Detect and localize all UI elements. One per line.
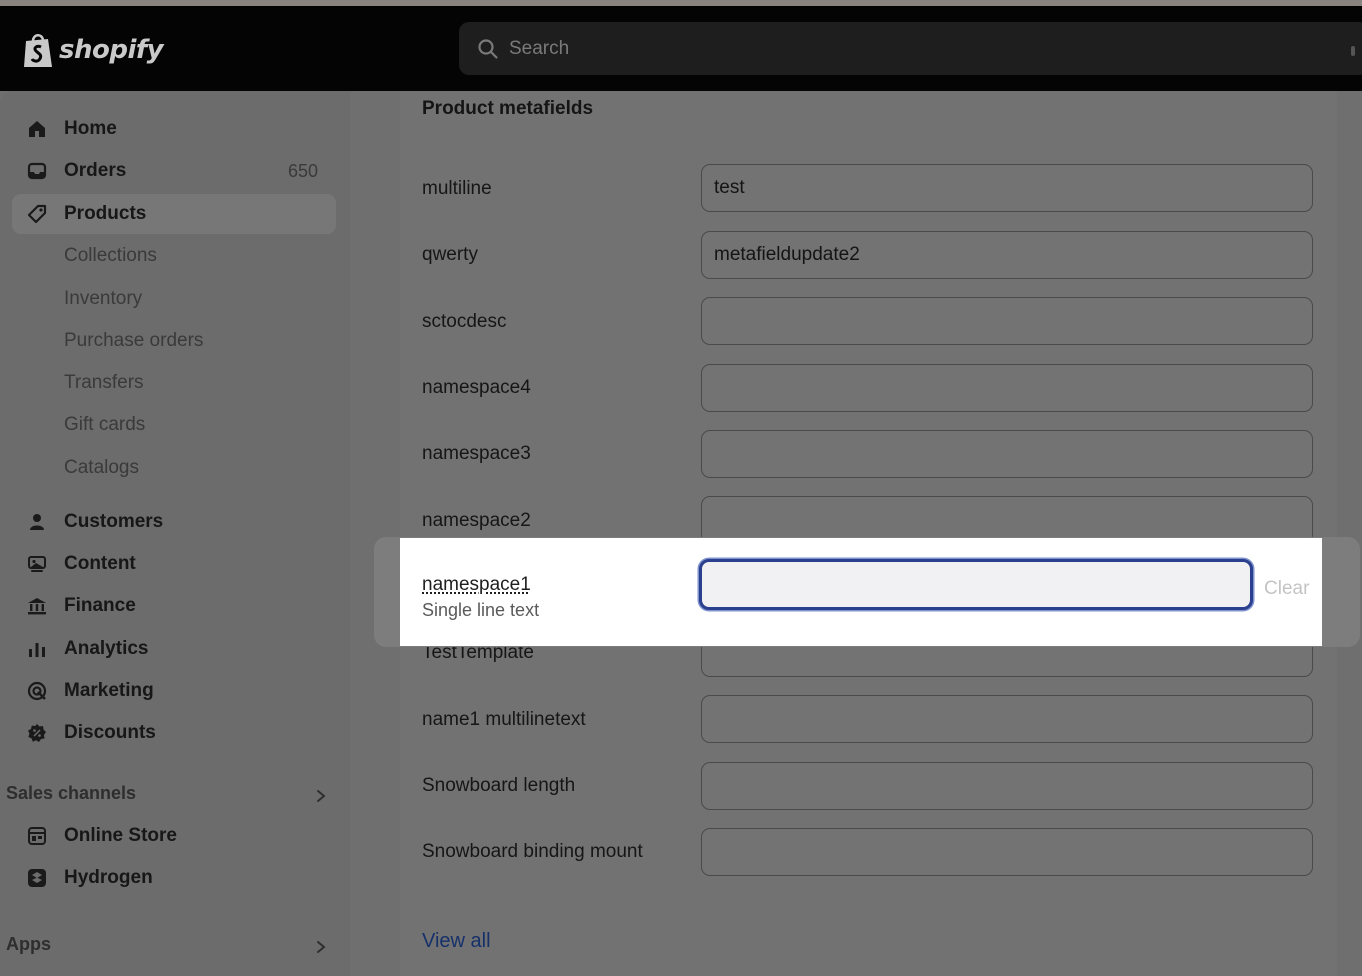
focused-metafield-row: namespace1 Single line text Clear bbox=[400, 538, 1322, 646]
apps-heading: Apps bbox=[6, 934, 51, 954]
sidebar: Home Orders 650 Products Collections Inv… bbox=[0, 91, 350, 976]
sidebar-item-gift-cards[interactable]: Gift cards bbox=[12, 405, 336, 445]
metafield-input-sctocdesc[interactable] bbox=[701, 297, 1313, 345]
card-title: Product metafields bbox=[422, 98, 594, 119]
bank-icon bbox=[26, 595, 48, 617]
tag-icon bbox=[26, 203, 48, 225]
shopify-logo[interactable]: shopify bbox=[22, 30, 164, 70]
sales-channels-heading: Sales channels bbox=[6, 783, 137, 803]
focused-metafield-label[interactable]: namespace1 bbox=[422, 574, 531, 596]
target-icon bbox=[26, 680, 48, 702]
metafield-input-multiline[interactable] bbox=[701, 164, 1313, 212]
sidebar-item-label: Home bbox=[64, 118, 117, 139]
hydrogen-icon bbox=[26, 867, 48, 889]
focused-metafield-type: Single line text bbox=[422, 600, 540, 620]
content-icon bbox=[26, 553, 48, 575]
sidebar-item-finance[interactable]: Finance bbox=[12, 586, 336, 626]
sidebar-subitem-label: Collections bbox=[64, 245, 157, 266]
metafield-input-qwerty[interactable] bbox=[701, 231, 1313, 279]
sidebar-item-transfers[interactable]: Transfers bbox=[12, 363, 336, 403]
sidebar-item-orders[interactable]: Orders 650 bbox=[12, 151, 336, 191]
sidebar-item-discounts[interactable]: Discounts bbox=[12, 713, 336, 753]
metafield-input-namespace3[interactable] bbox=[701, 430, 1313, 478]
metafield-label: sctocdesc bbox=[422, 311, 507, 332]
top-bar: shopify bbox=[0, 6, 1362, 91]
sidebar-item-marketing[interactable]: Marketing bbox=[12, 671, 336, 711]
shopify-bag-icon bbox=[24, 34, 52, 67]
sidebar-subitem-label: Catalogs bbox=[64, 457, 139, 478]
sidebar-item-analytics[interactable]: Analytics bbox=[12, 629, 336, 669]
sidebar-item-purchase-orders[interactable]: Purchase orders bbox=[12, 321, 336, 361]
clear-button[interactable]: Clear bbox=[1264, 578, 1309, 600]
metafield-input-namespace4[interactable] bbox=[701, 364, 1313, 412]
metafield-label: qwerty bbox=[422, 244, 478, 265]
search-input[interactable] bbox=[509, 37, 1209, 60]
sidebar-item-inventory[interactable]: Inventory bbox=[12, 279, 336, 319]
sidebar-item-label: Products bbox=[64, 203, 147, 224]
sidebar-item-home[interactable]: Home bbox=[12, 109, 336, 149]
metafield-input-snowboard-binding-mount[interactable] bbox=[701, 828, 1313, 876]
sidebar-item-customers[interactable]: Customers bbox=[12, 502, 336, 542]
sidebar-subitem-label: Gift cards bbox=[64, 414, 146, 435]
metafield-label: Snowboard length bbox=[422, 775, 576, 796]
sidebar-item-label: Marketing bbox=[64, 680, 154, 701]
metafield-label: Snowboard binding mount bbox=[422, 841, 643, 862]
store-icon bbox=[26, 825, 48, 847]
sidebar-subitem-label: Transfers bbox=[64, 372, 144, 393]
orders-count-badge: 650 bbox=[287, 160, 318, 181]
sidebar-item-label: Customers bbox=[64, 511, 164, 532]
search-bar[interactable] bbox=[459, 22, 1362, 75]
sidebar-item-hydrogen[interactable]: Hydrogen bbox=[12, 858, 336, 898]
sidebar-item-label: Orders bbox=[64, 160, 127, 181]
metafield-label: name1 multilinetext bbox=[422, 709, 586, 730]
sidebar-subitem-label: Inventory bbox=[64, 288, 143, 309]
sidebar-item-label: Finance bbox=[64, 595, 136, 616]
search-icon bbox=[478, 38, 498, 59]
shopify-wordmark: shopify bbox=[59, 35, 164, 65]
sidebar-item-catalogs[interactable]: Catalogs bbox=[12, 448, 336, 488]
metafield-input-namespace1[interactable] bbox=[699, 559, 1253, 610]
orders-icon bbox=[26, 160, 48, 182]
metafield-input-name1-multilinetext[interactable] bbox=[701, 695, 1313, 743]
sidebar-item-label: Discounts bbox=[64, 722, 156, 743]
metafield-label: namespace4 bbox=[422, 377, 531, 398]
metafield-label: multiline bbox=[422, 178, 492, 199]
home-icon bbox=[26, 118, 48, 140]
sidebar-item-label: Hydrogen bbox=[64, 867, 153, 888]
sidebar-item-collections[interactable]: Collections bbox=[12, 236, 336, 276]
metafield-label: namespace2 bbox=[422, 510, 531, 531]
sidebar-item-label: Online Store bbox=[64, 825, 177, 846]
sidebar-item-products[interactable]: Products bbox=[12, 194, 336, 234]
sidebar-item-content[interactable]: Content bbox=[12, 544, 336, 584]
metafield-label: namespace3 bbox=[422, 443, 531, 464]
keyboard-shortcut-hint bbox=[1351, 46, 1355, 56]
discount-icon bbox=[26, 722, 48, 744]
person-icon bbox=[26, 511, 48, 533]
chevron-right-icon[interactable] bbox=[313, 939, 329, 955]
sidebar-item-label: Analytics bbox=[64, 638, 149, 659]
sidebar-subitem-label: Purchase orders bbox=[64, 330, 204, 351]
chevron-right-icon[interactable] bbox=[313, 788, 329, 804]
metafield-input-snowboard-length[interactable] bbox=[701, 762, 1313, 810]
view-all-link[interactable]: View all bbox=[422, 930, 491, 953]
sidebar-item-online-store[interactable]: Online Store bbox=[12, 816, 336, 856]
sidebar-item-label: Content bbox=[64, 553, 136, 574]
bar-chart-icon bbox=[26, 638, 48, 660]
